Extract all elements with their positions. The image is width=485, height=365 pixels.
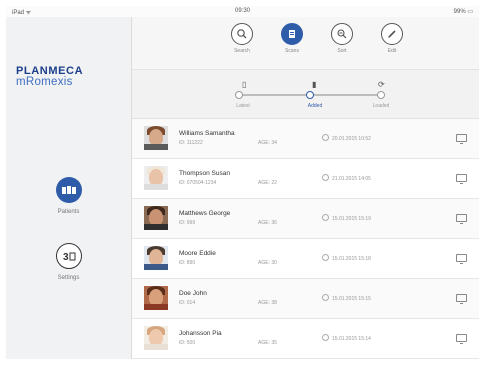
patient-name: Matthews George: [179, 210, 231, 217]
scans-icon: [281, 23, 303, 45]
filter-slider[interactable]: [235, 91, 385, 99]
latest-icon: ▯: [242, 80, 247, 89]
monitor-icon[interactable]: [456, 254, 467, 264]
patients-icon: [55, 177, 82, 203]
settings-icon: 3: [55, 243, 82, 269]
slider-handle[interactable]: [306, 91, 314, 99]
status-bar: iPad ᯤ 09:30 99% ▭: [6, 6, 479, 17]
avatar: [144, 246, 168, 270]
avatar: [144, 286, 168, 310]
patient-age: AGE: 30: [258, 260, 277, 266]
patient-date-text: 15.01.2015 15:15: [332, 295, 371, 302]
patient-age: AGE: 34: [258, 140, 277, 146]
edit-icon: [381, 23, 403, 45]
sidebar-item-label: Settings: [57, 275, 80, 281]
filter-added[interactable]: Added: [295, 103, 335, 109]
avatar: [144, 126, 168, 150]
patient-id: ID: 500: [179, 340, 196, 346]
filter-loaded[interactable]: Loaded: [361, 103, 401, 109]
search-icon: [231, 23, 253, 45]
monitor-icon[interactable]: [456, 294, 467, 304]
status-battery: 99% ▭: [453, 9, 473, 15]
patient-date-text: 15.01.2015 15:18: [332, 255, 371, 262]
added-icon: ▮: [312, 80, 317, 89]
monitor-icon[interactable]: [456, 214, 467, 224]
patient-id: ID: 014: [179, 300, 196, 306]
tool-label: Scans: [285, 48, 299, 54]
patient-row[interactable]: Thompson Susan ID: 070504-1234 AGE: 22 2…: [132, 159, 479, 199]
patient-row[interactable]: Johansson Pia ID: 500 AGE: 35 15.01.2015…: [132, 319, 479, 359]
patient-date-text: 20.01.2015 10:52: [332, 135, 371, 142]
patient-date: 21.01.2015 14:05: [322, 174, 371, 182]
patient-date: 15.01.2015 15:14: [322, 334, 371, 342]
sidebar-item-patients[interactable]: Patients: [6, 177, 131, 215]
patient-name: Williams Samantha: [179, 130, 235, 137]
sidebar: PLANMECA mRomexis Patients 3 Settings: [6, 17, 132, 359]
avatar: [144, 326, 168, 350]
filter-bar: ▯ ▮ ⟳ Latest Added Loaded: [132, 70, 479, 119]
patient-date: 20.01.2015 10:52: [322, 134, 371, 142]
patient-age: AGE: 36: [258, 220, 277, 226]
sort-icon: [331, 23, 353, 45]
app-logo: PLANMECA mRomexis: [16, 65, 83, 88]
patient-date: 15.01.2015 15:19: [322, 214, 371, 222]
tool-label: Sort: [337, 48, 347, 54]
clock-icon: [322, 134, 329, 141]
patient-name: Moore Eddie: [179, 250, 216, 257]
scans-button[interactable]: Scans: [272, 23, 312, 54]
patient-id: ID: 890: [179, 260, 196, 266]
patient-id: ID: 070504-1234: [179, 180, 217, 186]
monitor-icon[interactable]: [456, 334, 467, 344]
loaded-icon: ⟳: [378, 80, 385, 89]
tool-label: Edit: [387, 48, 397, 54]
slider-stop-latest[interactable]: [235, 91, 243, 99]
app-screen: iPad ᯤ 09:30 99% ▭ PLANMECA mRomexis Pat…: [6, 6, 479, 359]
svg-text:3: 3: [63, 252, 69, 262]
patient-date-text: 21.01.2015 14:05: [332, 175, 371, 182]
edit-button[interactable]: Edit: [372, 23, 412, 54]
patient-row[interactable]: Matthews George ID: 999 AGE: 36 15.01.20…: [132, 199, 479, 239]
patient-row[interactable]: Moore Eddie ID: 890 AGE: 30 15.01.2015 1…: [132, 239, 479, 279]
slider-stop-loaded[interactable]: [377, 91, 385, 99]
patient-age: AGE: 22: [258, 180, 277, 186]
patient-date-text: 15.01.2015 15:14: [332, 335, 371, 342]
clock-icon: [322, 214, 329, 221]
clock-icon: [322, 174, 329, 181]
patient-date-text: 15.01.2015 15:19: [332, 215, 371, 222]
patient-id: ID: 999: [179, 220, 196, 226]
patient-date: 15.01.2015 15:18: [322, 254, 371, 262]
patient-list: Williams Samantha ID: 111222 AGE: 34 20.…: [132, 119, 479, 359]
brand-mromexis: mRomexis: [16, 76, 73, 88]
clock-icon: [322, 334, 329, 341]
monitor-icon[interactable]: [456, 174, 467, 184]
search-button[interactable]: Search: [222, 23, 262, 54]
patient-id: ID: 111222: [179, 140, 203, 146]
sidebar-item-settings[interactable]: 3 Settings: [6, 243, 131, 281]
filter-latest[interactable]: Latest: [223, 103, 263, 109]
patient-name: Thompson Susan: [179, 170, 230, 177]
toolbar: Search Scans Sort Edit: [132, 17, 479, 70]
tool-label: Search: [234, 48, 250, 54]
avatar: [144, 166, 168, 190]
patient-age: AGE: 38: [258, 300, 277, 306]
patient-date: 15.01.2015 15:15: [322, 294, 371, 302]
avatar: [144, 206, 168, 230]
clock-icon: [322, 254, 329, 261]
patient-row[interactable]: Doe John ID: 014 AGE: 38 15.01.2015 15:1…: [132, 279, 479, 319]
monitor-icon[interactable]: [456, 134, 467, 144]
clock-icon: [322, 294, 329, 301]
sidebar-item-label: Patients: [57, 209, 80, 215]
patient-name: Doe John: [179, 290, 207, 297]
patient-name: Johansson Pia: [179, 330, 222, 337]
patient-age: AGE: 35: [258, 340, 277, 346]
sort-button[interactable]: Sort: [322, 23, 362, 54]
patient-row[interactable]: Williams Samantha ID: 111222 AGE: 34 20.…: [132, 119, 479, 159]
status-time: 09:30: [234, 8, 250, 14]
